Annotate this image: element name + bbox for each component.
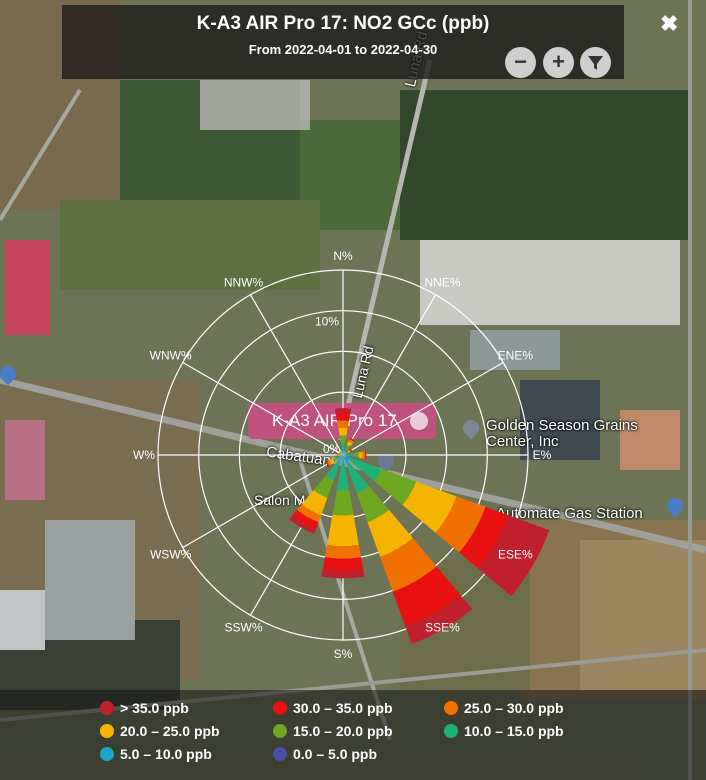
rose-petal-s	[327, 514, 359, 547]
direction-label: E%	[533, 448, 552, 462]
direction-label: WSW%	[150, 548, 192, 562]
legend-swatch	[273, 747, 287, 761]
legend-item[interactable]: 15.0 – 20.0 ppb	[273, 723, 393, 739]
rose-petal-n	[340, 442, 346, 449]
rose-petal-s	[325, 544, 361, 559]
rose-petal-n	[338, 427, 348, 436]
chart-date-range: From 2022-04-01 to 2022-04-30	[248, 42, 438, 57]
rose-petal-e	[353, 452, 360, 458]
legend-swatch	[444, 701, 458, 715]
wind-rose-chart: N% NNE% ENE% E% ESE% SSE% S% SSW% WSW% W% WNW% NNW%…	[133, 249, 552, 661]
rose-petal-n	[339, 435, 347, 443]
direction-label: SSW%	[224, 620, 262, 634]
legend-label: 20.0 – 25.0 ppb	[120, 723, 220, 739]
legend-item[interactable]: > 35.0 ppb	[100, 700, 189, 716]
direction-label: NNE%	[424, 276, 460, 290]
legend-label: 15.0 – 20.0 ppb	[293, 723, 393, 739]
legend-swatch	[444, 724, 458, 738]
rose-petal-e	[362, 451, 366, 459]
zoom-out-button[interactable]: −	[505, 47, 536, 78]
legend-item[interactable]: 30.0 – 35.0 ppb	[273, 700, 393, 716]
rose-petal-s	[336, 463, 350, 491]
direction-label: ENE%	[498, 349, 534, 363]
chart-header: K-A3 AIR Pro 17: NO2 GCc (ppb) From 2022…	[62, 5, 678, 79]
legend: > 35.0 ppb 30.0 – 35.0 ppb 25.0 – 30.0 p…	[0, 690, 706, 780]
legend-label: 30.0 – 35.0 ppb	[293, 700, 393, 716]
rose-petal-n	[334, 408, 352, 414]
close-icon[interactable]: ✖	[660, 13, 678, 35]
rose-petal-s	[332, 490, 354, 516]
direction-label: ESE%	[498, 548, 533, 562]
filter-button[interactable]	[580, 47, 611, 78]
legend-label: > 35.0 ppb	[120, 700, 189, 716]
rose-petal-e	[347, 453, 355, 457]
ring-label: 10%	[315, 315, 339, 329]
zoom-in-button[interactable]: +	[543, 47, 574, 78]
legend-swatch	[273, 724, 287, 738]
legend-item[interactable]: 5.0 – 10.0 ppb	[100, 746, 212, 762]
direction-label: N%	[333, 249, 353, 263]
legend-label: 0.0 – 5.0 ppb	[293, 746, 378, 762]
legend-swatch	[100, 701, 114, 715]
direction-label: W%	[133, 448, 155, 462]
rose-petal-n	[335, 413, 351, 421]
legend-item[interactable]: 0.0 – 5.0 ppb	[273, 746, 377, 762]
direction-label: S%	[334, 647, 353, 661]
legend-item[interactable]: 10.0 – 15.0 ppb	[444, 723, 564, 739]
direction-label: SSE%	[425, 620, 460, 634]
legend-item[interactable]: 20.0 – 25.0 ppb	[100, 723, 220, 739]
legend-label: 5.0 – 10.0 ppb	[120, 746, 212, 762]
legend-swatch	[100, 747, 114, 761]
rose-petal-s	[341, 457, 345, 464]
legend-label: 25.0 – 30.0 ppb	[464, 700, 564, 716]
rose-petal-e	[358, 451, 363, 459]
ring-label: 0%	[323, 442, 341, 456]
direction-label: NNW%	[224, 276, 264, 290]
rose-petal-s	[322, 557, 364, 571]
chart-title: K-A3 AIR Pro 17: NO2 GCc (ppb)	[196, 13, 490, 34]
legend-swatch	[100, 724, 114, 738]
legend-label: 10.0 – 15.0 ppb	[464, 723, 564, 739]
legend-item[interactable]: 25.0 – 30.0 ppb	[444, 700, 564, 716]
rose-petal-n	[341, 448, 345, 453]
direction-label: WNW%	[150, 349, 192, 363]
rose-petal-n	[337, 420, 349, 429]
filter-icon	[588, 56, 603, 70]
legend-swatch	[273, 701, 287, 715]
